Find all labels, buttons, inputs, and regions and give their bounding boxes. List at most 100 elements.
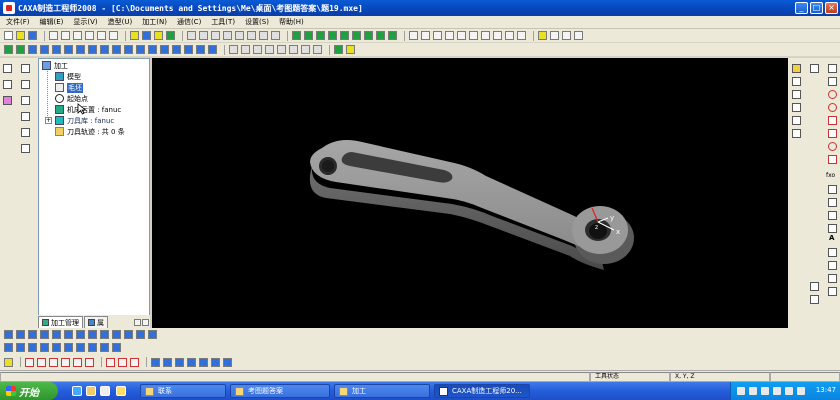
tray-network-icon[interactable]: [737, 387, 745, 395]
rt-tool-1-icon[interactable]: [792, 64, 801, 73]
light-icon[interactable]: [130, 31, 139, 40]
sketch-icon[interactable]: [292, 31, 301, 40]
menu-file[interactable]: 文件(F): [6, 17, 30, 27]
bt2-surface-5-icon[interactable]: [52, 343, 61, 352]
feature-trim-icon[interactable]: [253, 45, 262, 54]
feature-scale-icon[interactable]: [277, 45, 286, 54]
wireframe-icon[interactable]: [421, 31, 430, 40]
bt2-surface-1-icon[interactable]: [4, 343, 13, 352]
feature-grid-icon[interactable]: [334, 45, 343, 54]
feature-extend-icon[interactable]: [313, 45, 322, 54]
fillet-icon[interactable]: [352, 31, 361, 40]
feature-revolve-cut-icon[interactable]: [40, 45, 49, 54]
zoom-all-icon[interactable]: [457, 31, 466, 40]
rt-tool-5-icon[interactable]: [792, 116, 801, 125]
menu-modeling[interactable]: 造型(U): [108, 17, 133, 27]
view-pan-icon[interactable]: [235, 31, 244, 40]
view-front-icon[interactable]: [199, 31, 208, 40]
tree-item-post-processor[interactable]: 机床后置 : fanuc: [55, 104, 121, 115]
feature-marker-icon[interactable]: [346, 45, 355, 54]
shade-icon[interactable]: [271, 31, 280, 40]
rt-tool-3-icon[interactable]: [792, 90, 801, 99]
feature-rib-icon[interactable]: [112, 45, 121, 54]
tray-security-icon[interactable]: [773, 387, 781, 395]
bt-scallop-icon[interactable]: [64, 330, 73, 339]
trim-tool-icon[interactable]: [21, 144, 30, 153]
view-top-icon[interactable]: [187, 31, 196, 40]
menu-settings[interactable]: 设置(S): [245, 17, 269, 27]
tab-machining-manager[interactable]: 加工管理: [38, 316, 83, 328]
cut-icon[interactable]: [61, 31, 70, 40]
feature-shell-icon[interactable]: [184, 45, 193, 54]
tree-item-model[interactable]: 模型: [55, 71, 81, 82]
bt2-surface-9-icon[interactable]: [100, 343, 109, 352]
line-tool-icon[interactable]: [3, 80, 12, 89]
feature-chamfer-icon[interactable]: [172, 45, 181, 54]
start-button[interactable]: 开始: [0, 382, 58, 400]
tab-scroll-right-icon[interactable]: [142, 319, 149, 326]
tree-root[interactable]: 加工: [42, 60, 68, 71]
quick-launch-desktop-icon[interactable]: [100, 386, 110, 396]
bt-waterline-icon[interactable]: [40, 330, 49, 339]
chamfer-icon[interactable]: [364, 31, 373, 40]
feature-extrude-icon[interactable]: [4, 45, 13, 54]
new-file-icon[interactable]: [4, 31, 13, 40]
zoom-out-icon[interactable]: [481, 31, 490, 40]
bt2-surface-10-icon[interactable]: [112, 343, 121, 352]
feature-split-icon[interactable]: [208, 45, 217, 54]
feature-draft-icon[interactable]: [196, 45, 205, 54]
expand-icon[interactable]: +: [45, 117, 52, 124]
taskbar-item-machining[interactable]: 加工: [334, 384, 430, 398]
tray-volume-icon[interactable]: [749, 387, 757, 395]
zoom-window-icon[interactable]: [445, 31, 454, 40]
shell-icon[interactable]: [376, 31, 385, 40]
print-icon[interactable]: [49, 31, 58, 40]
undo-icon[interactable]: [97, 31, 106, 40]
rt-rectangle-icon[interactable]: [828, 116, 837, 125]
bt-parallel-icon[interactable]: [52, 330, 61, 339]
menu-communication[interactable]: 通信(C): [177, 17, 201, 27]
menu-edit[interactable]: 编辑(E): [40, 17, 64, 27]
quick-launch-ie-icon[interactable]: [72, 386, 82, 396]
rt-dimension-icon[interactable]: [828, 261, 837, 270]
rt-tool-4-icon[interactable]: [792, 103, 801, 112]
taskbar-item-answers[interactable]: 考图题答案: [230, 384, 330, 398]
feature-hole-icon[interactable]: [124, 45, 133, 54]
minimize-button[interactable]: _: [795, 2, 808, 14]
bt-pencil-icon[interactable]: [76, 330, 85, 339]
rt-polyline-icon[interactable]: [828, 77, 837, 86]
menu-view[interactable]: 显示(V): [73, 17, 97, 27]
view-zoom-icon[interactable]: [259, 31, 268, 40]
curve-tool-icon[interactable]: [21, 96, 30, 105]
view-rotate-icon[interactable]: [247, 31, 256, 40]
sweep-icon[interactable]: [328, 31, 337, 40]
rt-circle-icon[interactable]: [828, 90, 837, 99]
bt3-wave-1-icon[interactable]: [106, 357, 115, 367]
save-icon[interactable]: [28, 31, 37, 40]
bt3-curve-3-icon[interactable]: [49, 357, 58, 367]
bt3-curve-4-icon[interactable]: [61, 357, 70, 367]
feature-pattern-icon[interactable]: [136, 45, 145, 54]
copy-icon[interactable]: [73, 31, 82, 40]
rt-tool-2-icon[interactable]: [792, 77, 801, 86]
rt-polygon-icon[interactable]: [828, 129, 837, 138]
feature-cut-icon[interactable]: [16, 45, 25, 54]
bt-pocket-icon[interactable]: [28, 330, 37, 339]
rt-intersect-icon[interactable]: [828, 211, 837, 220]
feature-blend-icon[interactable]: [289, 45, 298, 54]
close-button[interactable]: ×: [825, 2, 838, 14]
bt-more-icon[interactable]: [148, 330, 157, 339]
loft-icon[interactable]: [340, 31, 349, 40]
view-iso-icon[interactable]: [223, 31, 232, 40]
quick-launch-media-icon[interactable]: [116, 386, 126, 396]
menu-machining[interactable]: 加工(N): [142, 17, 167, 27]
select-arrow-icon[interactable]: [3, 64, 12, 73]
pan-icon[interactable]: [493, 31, 502, 40]
quick-launch-folder-icon[interactable]: [86, 386, 96, 396]
bt-rough-icon[interactable]: [4, 330, 13, 339]
bt3-eraser-icon[interactable]: [4, 357, 13, 367]
rt-ellipse-icon[interactable]: [828, 142, 837, 151]
highlight-icon[interactable]: [538, 31, 547, 40]
feature-sweep-cut-icon[interactable]: [64, 45, 73, 54]
rt-expand-icon[interactable]: [810, 282, 819, 291]
